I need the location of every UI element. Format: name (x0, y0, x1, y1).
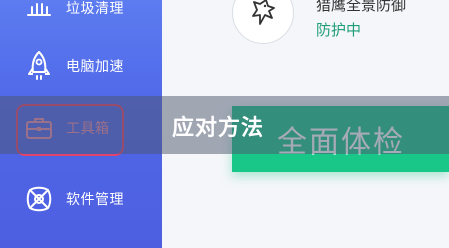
sidebar-item-label: 电脑加速 (66, 59, 124, 75)
sidebar-item-software-management[interactable]: 软件管理 (0, 177, 162, 221)
sidebar-item-speed-up[interactable]: 电脑加速 (0, 44, 162, 88)
broom-icon (22, 0, 56, 25)
software-icon (22, 182, 56, 216)
sidebar-item-junk-cleanup[interactable]: 垃圾清理 (0, 0, 162, 30)
product-name: 猎鹰全景防御 (316, 0, 407, 14)
caption-title: 应对方法 (172, 116, 265, 141)
rocket-icon (22, 49, 56, 83)
protection-status[interactable]: 防护中 (316, 19, 361, 40)
sidebar-item-label: 垃圾清理 (66, 1, 124, 17)
sidebar-item-label: 软件管理 (66, 192, 124, 208)
